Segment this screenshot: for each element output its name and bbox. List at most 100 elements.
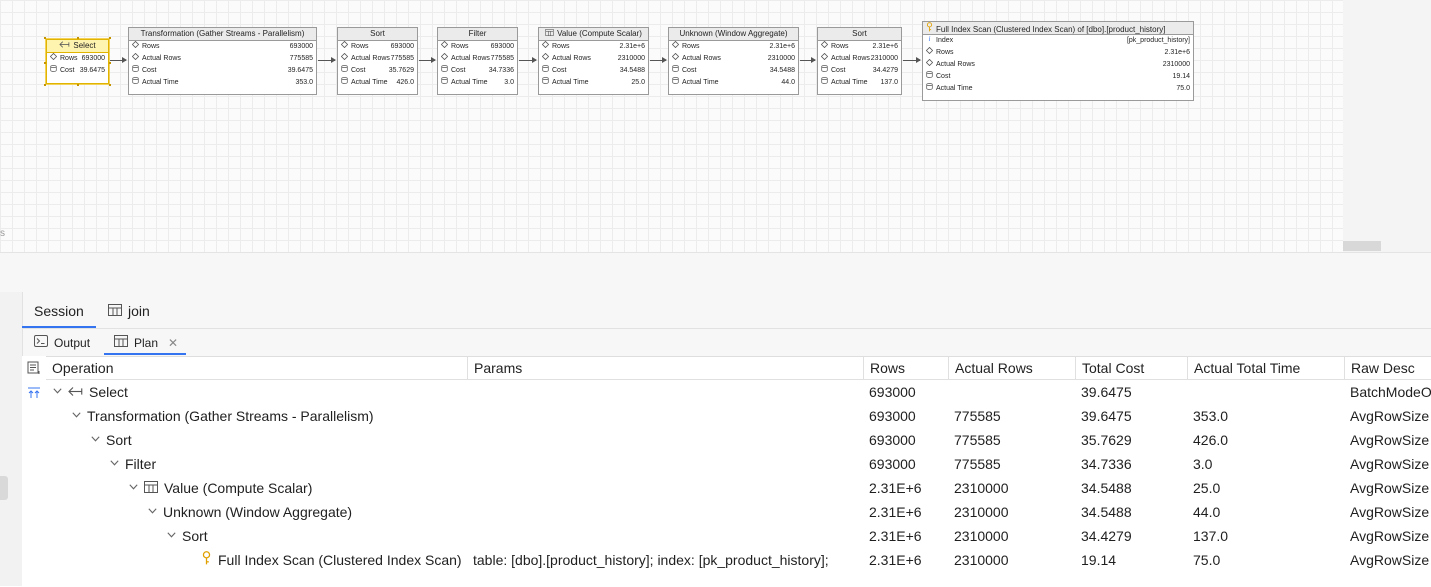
stat-value: 693000	[490, 43, 514, 50]
selection-handle[interactable]	[44, 61, 46, 64]
total-cost-cell: 39.6475	[1081, 408, 1132, 424]
plan-node-stat: Actual Rows 775585	[129, 52, 316, 65]
column-header[interactable]: Params	[467, 357, 863, 379]
raw-cell: BatchModeO	[1350, 384, 1431, 400]
plan-node-title-text: Select	[73, 41, 96, 50]
stat-label: Actual Rows	[682, 55, 721, 62]
diamond-icon	[440, 40, 449, 53]
table-row[interactable]: Select 693000 39.6475 BatchModeO	[46, 380, 1431, 404]
cylinder-icon	[542, 77, 549, 89]
column-header[interactable]: Raw Desc	[1344, 357, 1431, 379]
stat-label: Rows	[831, 43, 849, 50]
panel-splitter[interactable]	[0, 252, 1431, 294]
diamond-icon	[925, 46, 934, 59]
column-header[interactable]: Operation	[46, 357, 467, 379]
stat-value: 2310000	[617, 55, 645, 62]
stat-value: 2.31e+6	[1164, 49, 1191, 56]
plan-node[interactable]: Value (Compute Scalar) Rows 2.31e+6 Actual …	[538, 27, 649, 95]
raw-cell: AvgRowSize	[1350, 528, 1430, 544]
horizontal-scrollbar-thumb[interactable]	[1343, 241, 1381, 251]
expand-all-icon[interactable]	[26, 386, 42, 402]
column-header[interactable]: Total Cost	[1075, 357, 1187, 379]
selection-handle[interactable]	[44, 84, 46, 86]
chevron-down-icon[interactable]	[52, 380, 62, 404]
chevron-down-icon[interactable]	[128, 476, 138, 500]
table-row[interactable]: Value (Compute Scalar) 2.31E+6 2310000 34.5…	[46, 476, 1431, 500]
plan-node-stat: Rows 2.31e+6	[539, 40, 648, 53]
stat-label: Cost	[60, 67, 75, 74]
diamond-icon	[541, 40, 550, 53]
column-header[interactable]: Rows	[863, 357, 948, 379]
chevron-down-icon[interactable]	[71, 404, 81, 428]
chevron-down-icon[interactable]	[109, 452, 119, 476]
plan-node-title: Unknown (Window Aggregate)	[669, 28, 798, 41]
selection-handle[interactable]	[44, 37, 46, 39]
plan-node[interactable]: Full Index Scan (Clustered Index Scan) o…	[922, 21, 1194, 101]
plan-diagram-canvas[interactable]: Select Rows 693000 Cost 39.6475 Transformatio…	[0, 0, 1343, 252]
operation-cell: Transformation (Gather Streams - Paralle…	[71, 404, 462, 428]
plan-node[interactable]: Sort Rows 2.31e+6 Actual Rows 2310000 Cost 34.…	[817, 27, 902, 95]
divider	[22, 328, 1431, 329]
selection-handle[interactable]	[109, 37, 111, 39]
stat-value: 693000	[289, 43, 313, 50]
plan-node[interactable]: Sort Rows 693000 Actual Rows 775585 Cost 35.76…	[337, 27, 418, 95]
diamond-icon	[49, 52, 58, 65]
close-icon[interactable]: ✕	[168, 332, 178, 354]
selection-handle[interactable]	[76, 84, 79, 86]
plan-node-title: Sort	[818, 28, 901, 41]
table-row[interactable]: Sort 2.31E+6 2310000 34.4279 137.0 AvgRowSize	[46, 524, 1431, 548]
operation-label: Unknown (Window Aggregate)	[163, 504, 353, 520]
strip-handle[interactable]	[0, 476, 8, 500]
tab-plan[interactable]: Plan ✕	[114, 332, 184, 354]
selection-handle[interactable]	[109, 84, 111, 86]
actual-time-cell: 44.0	[1193, 504, 1221, 520]
tab-session[interactable]: Session	[22, 296, 96, 328]
plan-node-stat: Rows 2.31e+6	[923, 46, 1193, 59]
tab-join[interactable]: join	[108, 296, 150, 326]
plan-node[interactable]: Select Rows 693000 Cost 39.6475	[46, 39, 109, 84]
actual-rows-cell: 775585	[954, 408, 1001, 424]
operation-cell: Select	[52, 380, 462, 404]
left-tool-strip	[0, 292, 23, 586]
actual-time-cell	[1193, 380, 1344, 404]
cylinder-icon	[542, 65, 549, 77]
operation-cell: Sort	[90, 428, 462, 452]
plan-node[interactable]: Filter Rows 693000 Actual Rows 775585 Cost 34.…	[437, 27, 518, 95]
stat-value: 39.6475	[79, 67, 105, 74]
operation-cell: Unknown (Window Aggregate)	[147, 500, 462, 524]
operation-label: Sort	[182, 528, 208, 544]
flow-arrow	[110, 57, 127, 63]
collapse-all-icon[interactable]	[26, 361, 42, 377]
plan-node-stat: Rows 2.31e+6	[669, 40, 798, 53]
actual-rows-cell	[954, 380, 1075, 404]
operation-label: Value (Compute Scalar)	[164, 480, 313, 496]
plan-node-stat: Actual Rows 2310000	[669, 52, 798, 65]
stat-label: Cost	[351, 67, 366, 74]
chevron-down-icon[interactable]	[90, 428, 100, 452]
stat-label: Actual Rows	[552, 55, 591, 62]
table-row[interactable]: Unknown (Window Aggregate) 2.31E+6 2310000…	[46, 500, 1431, 524]
column-header[interactable]: Actual Rows	[948, 357, 1075, 379]
operation-label: Filter	[125, 456, 157, 472]
tab-output[interactable]: Output	[34, 332, 90, 354]
stat-value: 25.0	[631, 79, 645, 86]
plan-node[interactable]: Transformation (Gather Streams - Paralle…	[128, 27, 317, 95]
operation-cell: Value (Compute Scalar)	[128, 476, 462, 500]
selection-handle[interactable]	[109, 61, 111, 64]
plan-node-stat: Cost 34.5488	[539, 65, 648, 77]
table-row[interactable]: Sort 693000 775585 35.7629 426.0 AvgRowSize	[46, 428, 1431, 452]
column-header[interactable]: Actual Total Time	[1187, 357, 1344, 379]
table-row[interactable]: Full Index Scan (Clustered Index Scan) ta…	[46, 548, 1431, 572]
actual-time-cell: 75.0	[1193, 552, 1221, 568]
chevron-down-icon[interactable]	[147, 500, 157, 524]
actual-time-cell: 137.0	[1193, 528, 1229, 544]
selection-handle[interactable]	[76, 37, 79, 39]
table-row[interactable]: Filter 693000 775585 34.7336 3.0 AvgRowSize	[46, 452, 1431, 476]
chevron-down-icon[interactable]	[166, 524, 176, 548]
diamond-icon	[541, 52, 550, 65]
stat-value: 693000	[390, 43, 414, 50]
plan-node[interactable]: Unknown (Window Aggregate) Rows 2.31e+6 Act…	[668, 27, 799, 95]
table-row[interactable]: Transformation (Gather Streams - Paralle…	[46, 404, 1431, 428]
stat-value: 2.31e+6	[769, 43, 796, 50]
stat-label: Actual Rows	[936, 61, 975, 68]
